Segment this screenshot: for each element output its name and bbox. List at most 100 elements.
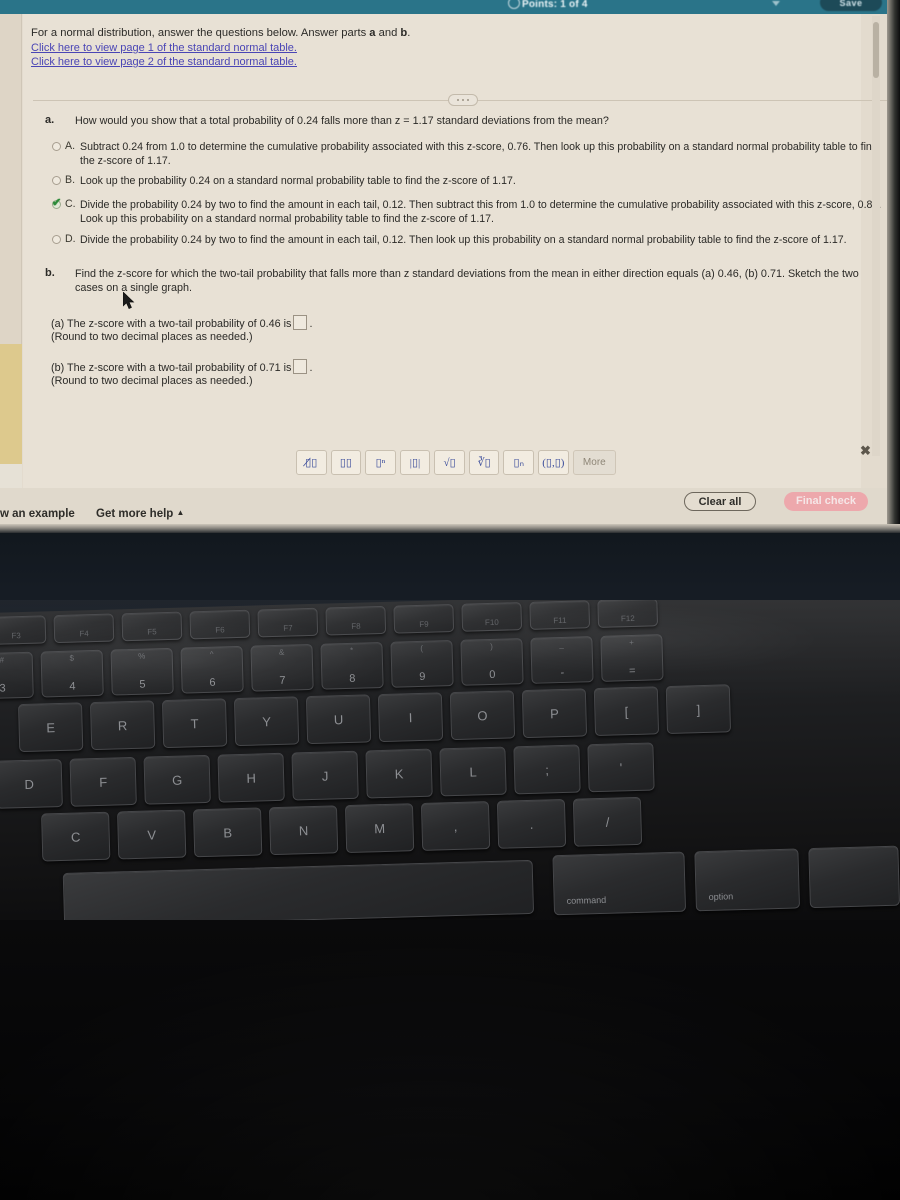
mixed-number-button[interactable]: ▯▯ [330,450,362,475]
key-f3[interactable]: F3 [0,615,47,646]
key-y[interactable]: Y [233,696,300,747]
key-arrow[interactable] [808,845,900,909]
rail-accent-band [0,344,22,464]
key-l[interactable]: L [439,746,507,797]
caret-up-icon: ▲ [176,508,185,517]
key-6[interactable]: ^ 6 [180,645,244,694]
option-a[interactable]: A. Subtract 0.24 from 1.0 to determine t… [23,140,887,174]
key-command[interactable]: command [552,851,687,916]
key-o[interactable]: O [449,690,516,741]
key-8[interactable]: * 8 [320,641,384,690]
screenshot-root: Points: 1 of 4 Save For a normal distrib… [0,0,900,1200]
key-f9[interactable]: F9 [393,603,455,634]
key-j[interactable]: J [291,750,359,801]
key-7[interactable]: & 7 [250,643,314,692]
key-option[interactable]: option [694,848,800,912]
get-more-help-button[interactable]: Get more help ▲ [96,508,184,520]
radio-option-d[interactable] [52,235,61,244]
radio-option-b[interactable] [52,176,61,185]
key-spacebar[interactable] [62,859,535,927]
screen-right-edge [887,0,900,527]
part-b-question-text: Find the z-score for which the two-tail … [75,268,859,294]
interval-button[interactable]: (▯,▯) [538,450,569,475]
nth-root-button[interactable]: ∛▯ [468,450,500,475]
answer-a-hint: (Round to two decimal places as needed.) [51,331,253,343]
absolute-value-button[interactable]: |▯| [399,450,431,475]
chevron-down-icon[interactable] [772,1,780,6]
more-symbols-button[interactable]: More [572,450,617,475]
key-p[interactable]: P [521,688,588,739]
part-a-label: a. [45,114,55,126]
prompt-text-2: and [375,27,401,39]
page-scrollbar-thumb[interactable] [873,22,879,78]
part-b-question-row: b. Find the z-score for which the two-ta… [23,267,887,301]
option-b[interactable]: B. Look up the probability 0.24 on a sta… [23,174,887,198]
key-;[interactable]: ; [513,744,581,795]
clear-all-button[interactable]: Clear all [684,492,756,511]
option-c-text: Divide the probability 0.24 by two to fi… [80,199,882,225]
key-f6[interactable]: F6 [189,609,251,640]
exponent-button[interactable]: ▯ⁿ [365,450,396,475]
key-f[interactable]: F [69,756,137,807]
key-d[interactable]: D [0,758,63,809]
key-u[interactable]: U [305,694,372,745]
key-h[interactable]: H [217,752,285,803]
key-/[interactable]: / [572,796,643,847]
key-k[interactable]: K [365,748,433,799]
key-9[interactable]: (9 [390,640,454,688]
subscript-button[interactable]: ▯ₙ [503,450,535,475]
key-.[interactable]: . [496,798,567,849]
key-e[interactable]: E [17,702,84,753]
page-scrollbar-track[interactable] [872,16,880,456]
key-f11[interactable]: F11 [529,600,591,630]
key-,[interactable]: , [420,801,491,851]
key-5[interactable]: % 5 [110,647,174,696]
part-b-label: b. [45,267,55,279]
key-c[interactable]: C [41,811,111,862]
radio-option-c-selected-correct[interactable] [52,196,61,209]
key-][interactable]: ] [665,684,732,735]
key-f4[interactable]: F4 [53,613,115,644]
key-3[interactable]: #3 [0,651,34,700]
key--[interactable]: _ - [530,636,594,684]
option-d[interactable]: D. Divide the probability 0.24 by two to… [23,233,887,257]
link-standard-normal-table-page-1[interactable]: Click here to view page 1 of the standar… [31,41,551,55]
key-f5[interactable]: F5 [121,611,183,642]
key-f12[interactable]: F12 [597,600,659,628]
key-f7[interactable]: F7 [257,607,319,638]
key-g[interactable]: G [143,754,211,805]
prompt-text-1: For a normal distribution, answer the qu… [31,27,370,39]
laptop-screen: Points: 1 of 4 Save For a normal distrib… [0,0,887,527]
key-[[interactable]: [ [593,686,660,737]
link-standard-normal-table-page-2[interactable]: Click here to view page 2 of the standar… [31,55,551,69]
key-b[interactable]: B [192,807,263,858]
option-b-letter: B. [65,174,76,186]
key-f8[interactable]: F8 [325,605,387,636]
radio-option-a[interactable] [52,142,61,151]
key-v[interactable]: V [117,809,187,860]
key-m[interactable]: M [344,803,415,854]
key-i[interactable]: I [377,692,444,743]
question-prompt: For a normal distribution, answer the qu… [31,26,551,69]
key-4[interactable]: $4 [40,649,104,698]
key-0[interactable]: ) 0 [460,638,524,686]
square-root-button[interactable]: √▯ [434,450,465,475]
answer-b-input[interactable] [293,359,308,374]
keyboard-deck: F3 F4 F5 F6 F7 F8 F9 F10 F11 F12 #3 $4% 5 ^ 6 & 7 * 8(9) 0… [0,600,900,930]
view-an-example-link[interactable]: w an example [0,508,75,520]
key-r[interactable]: R [89,700,156,751]
divider-collapse-handle[interactable] [448,94,478,106]
key-t[interactable]: T [161,698,228,749]
answer-a-input[interactable] [293,315,308,330]
close-icon[interactable]: ✖ [860,443,871,459]
fraction-button[interactable]: ▯̸▯ [296,450,327,475]
key-n[interactable]: N [268,805,339,856]
key-=[interactable]: + = [600,634,664,682]
key-f10[interactable]: F10 [461,602,523,632]
final-check-button[interactable]: Final check [784,492,868,511]
keyboard-row-bottom: C V B N M,. / [41,796,643,862]
option-c[interactable]: C. Divide the probability 0.24 by two to… [23,196,887,233]
save-button[interactable]: Save [820,0,882,11]
laptop-keyboard: F3 F4 F5 F6 F7 F8 F9 F10 F11 F12 #3 $4% 5 ^ 6 & 7 * 8(9) 0… [0,600,900,930]
key-'[interactable]: ' [587,742,655,793]
